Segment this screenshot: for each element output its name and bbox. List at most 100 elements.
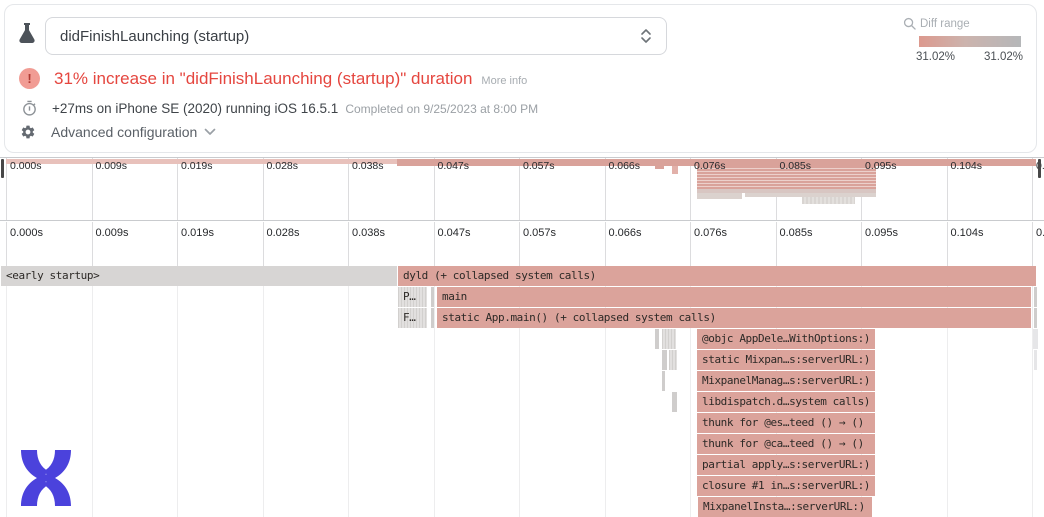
gridline	[348, 158, 349, 220]
tick-label: 0.047s	[438, 227, 471, 239]
minimap-shape	[655, 166, 664, 169]
flame-node[interactable]: MixpanelManag…s:serverURL:)	[697, 371, 875, 391]
gridline	[177, 266, 178, 517]
header-card: didFinishLaunching (startup) Diff range …	[4, 4, 1037, 153]
zoom-search-icon	[903, 17, 916, 30]
diff-range-min: 31.02%	[916, 51, 955, 63]
flame-node[interactable]: MixpanelInsta…:serverURL:)	[698, 497, 872, 517]
gridline	[92, 222, 93, 266]
diff-range-values: 31.02% 31.02%	[916, 51, 1023, 63]
gridline	[177, 222, 178, 266]
flame-node[interactable]: closure #1 in…s:serverURL:)	[697, 476, 875, 496]
flame-graph: <early startup>dyld (+ collapsed system …	[0, 266, 1044, 517]
minimap-handle-left[interactable]	[1, 159, 4, 178]
flame-node[interactable]	[431, 308, 434, 328]
gridline	[263, 222, 264, 266]
tick-label: 0.038s	[352, 227, 385, 239]
experiment-flask-icon	[15, 22, 39, 48]
tick-label: 0.104s	[951, 160, 983, 172]
gridline	[1032, 158, 1033, 220]
tick-label: 0.114s	[1036, 227, 1044, 239]
gridline	[947, 158, 948, 220]
flame-node[interactable]: static Mixpan…s:serverURL:)	[697, 350, 875, 370]
flame-node[interactable]	[655, 329, 659, 349]
gridline	[605, 158, 606, 220]
flame-node[interactable]	[1034, 350, 1037, 370]
gridline	[605, 222, 606, 266]
flame-node[interactable]: thunk for @ca…teed () → ()	[697, 434, 875, 454]
flame-node[interactable]: @objc AppDele…WithOptions:)	[697, 329, 875, 349]
tick-label: 0.038s	[352, 160, 384, 172]
diff-range-max: 31.02%	[984, 51, 1023, 63]
tick-label: 0.085s	[780, 160, 812, 172]
tick-label: 0.076s	[694, 227, 727, 239]
flame-node[interactable]	[1034, 308, 1037, 328]
stopwatch-icon	[21, 100, 38, 117]
flame-node[interactable]	[662, 329, 676, 349]
tick-label: 0.000s	[10, 227, 43, 239]
flame-node[interactable]	[431, 287, 434, 307]
gridline	[348, 266, 349, 517]
gridline	[690, 222, 691, 266]
gridline	[1032, 266, 1033, 517]
tick-label: 0.095s	[865, 227, 898, 239]
minimap-shape	[672, 166, 678, 174]
advanced-configuration-label: Advanced configuration	[51, 124, 197, 140]
flame-node[interactable]	[662, 371, 665, 391]
diff-range-gradient[interactable]	[919, 36, 1021, 47]
gridline	[92, 158, 93, 220]
tick-label: 0.095s	[865, 160, 897, 172]
gridline	[861, 222, 862, 266]
advanced-configuration-toggle[interactable]: Advanced configuration	[20, 124, 216, 140]
gridline	[690, 158, 691, 220]
tick-label: 0.000s	[10, 160, 42, 172]
gridline	[6, 158, 7, 220]
flame-node[interactable]	[662, 350, 667, 370]
tick-label: 0.019s	[181, 160, 213, 172]
tick-label: 0.009s	[96, 160, 128, 172]
gear-icon	[20, 124, 36, 140]
tick-label: 0.028s	[267, 160, 299, 172]
flame-node[interactable]: partial apply…s:serverURL:)	[697, 455, 875, 475]
flame-node[interactable]	[1033, 329, 1038, 349]
flame-node[interactable]: F…	[398, 308, 427, 328]
timeline-ruler[interactable]: 0.000s0.009s0.019s0.028s0.038s0.047s0.05…	[0, 222, 1044, 266]
flame-node[interactable]	[669, 350, 677, 370]
flame-node[interactable]: dyld (+ collapsed system calls)	[398, 266, 1036, 286]
completed-timestamp: Completed on 9/25/2023 at 8:00 PM	[345, 102, 538, 116]
tick-label: 0.028s	[267, 227, 300, 239]
more-info-link[interactable]: More info	[481, 75, 527, 89]
flame-node[interactable]: <early startup>	[1, 266, 397, 286]
flame-node[interactable]: thunk for @es…teed () → ()	[697, 413, 875, 433]
gridline	[6, 266, 7, 517]
tick-label: 0.066s	[609, 160, 641, 172]
device-row: +27ms on iPhone SE (2020) running iOS 16…	[21, 100, 538, 117]
flame-node[interactable]: P…	[398, 287, 427, 307]
tick-label: 0.057s	[523, 160, 555, 172]
scenario-select-value: didFinishLaunching (startup)	[60, 28, 640, 45]
gridline	[1032, 222, 1033, 266]
tick-label: 0.076s	[694, 160, 726, 172]
flame-node[interactable]: libdispatch.d…system calls)	[697, 392, 875, 412]
tick-label: 0.047s	[438, 160, 470, 172]
minimap-handle-right[interactable]	[1038, 159, 1041, 178]
tick-label: 0.066s	[609, 227, 642, 239]
gridline	[947, 222, 948, 266]
flame-node[interactable]: static App.main() (+ collapsed system ca…	[437, 308, 1031, 328]
select-updown-icon	[640, 27, 652, 45]
timeline-minimap[interactable]: 0.000s 0.009s 0.019s 0.028s 0.038s 0.047s 0.05…	[0, 157, 1044, 221]
tick-label: 0.085s	[780, 227, 813, 239]
minimap-shape	[697, 193, 742, 199]
tick-label: 0.057s	[523, 227, 556, 239]
alert-row: ! 31% increase in "didFinishLaunching (s…	[19, 68, 527, 89]
flame-node[interactable]	[1034, 287, 1037, 307]
gridline	[434, 158, 435, 220]
flame-node[interactable]: main	[437, 287, 1031, 307]
alert-text: 31% increase in "didFinishLaunching (sta…	[54, 69, 472, 89]
gridline	[263, 158, 264, 220]
flame-node[interactable]	[672, 392, 677, 412]
gridline	[519, 158, 520, 220]
minimap-shape	[802, 197, 855, 204]
warning-icon: !	[19, 68, 40, 89]
scenario-select[interactable]: didFinishLaunching (startup)	[45, 17, 667, 55]
